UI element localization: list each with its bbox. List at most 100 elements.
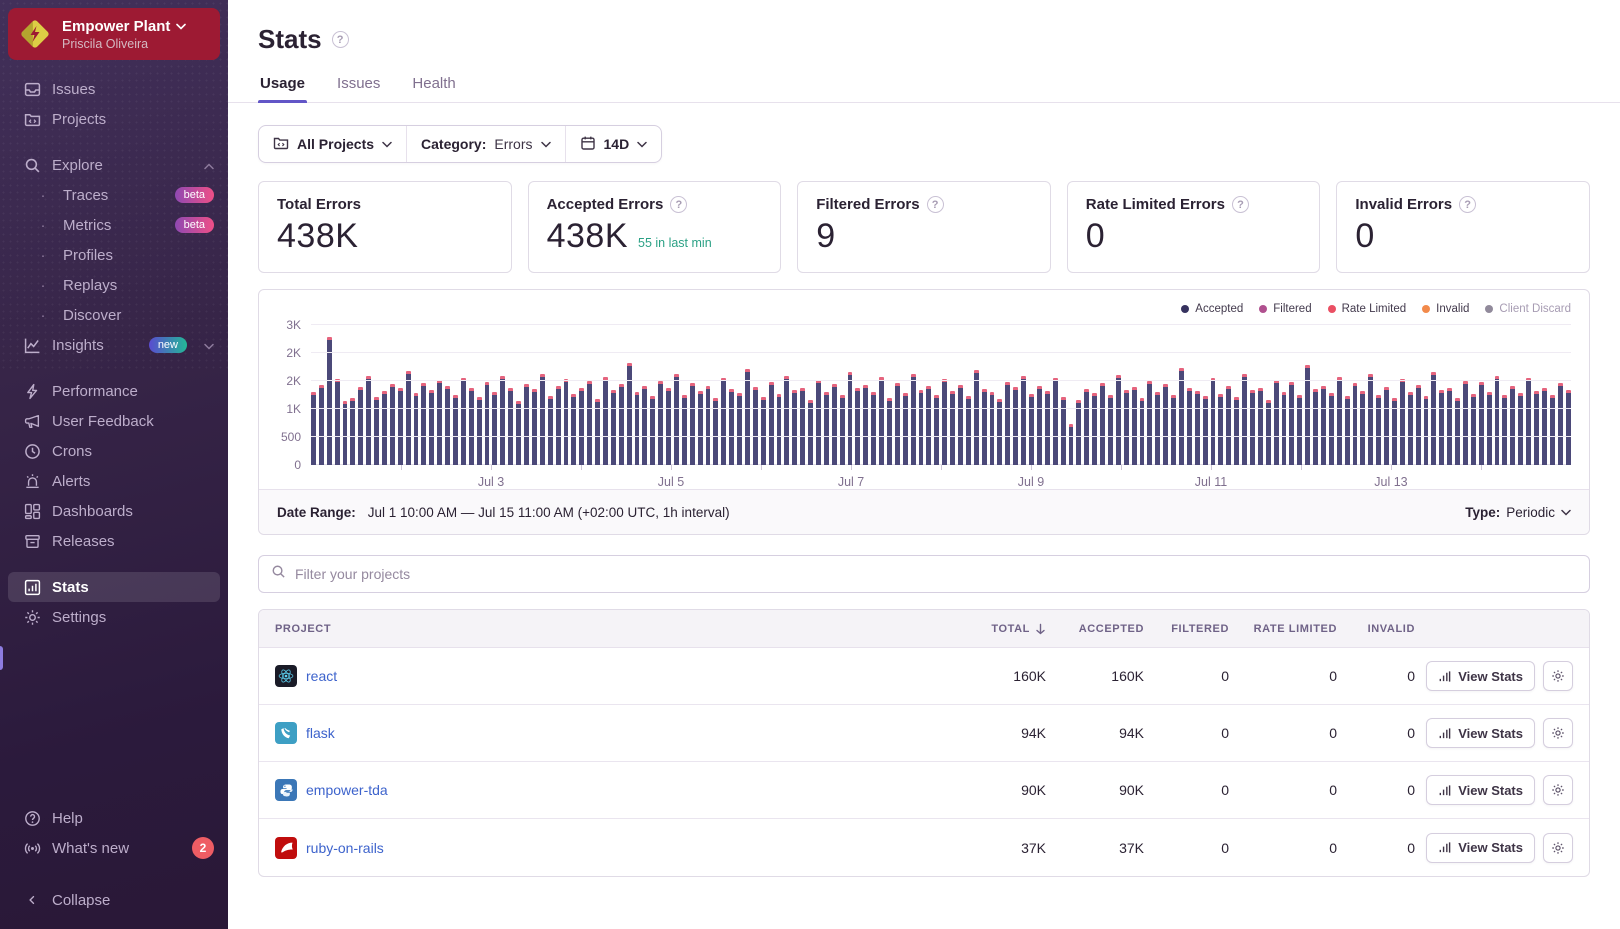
chart-bar[interactable] bbox=[1424, 396, 1429, 465]
chart-bar[interactable] bbox=[1526, 378, 1531, 465]
chart-bar[interactable] bbox=[429, 390, 434, 465]
tab-issues[interactable]: Issues bbox=[335, 69, 382, 102]
chart-bar[interactable] bbox=[358, 387, 363, 465]
chart-bar[interactable] bbox=[1487, 392, 1492, 465]
sidebar-item-whats-new[interactable]: What's new 2 bbox=[0, 833, 228, 863]
chart-bar[interactable] bbox=[1171, 395, 1176, 465]
chart-bar[interactable] bbox=[1400, 379, 1405, 465]
chart-bar[interactable] bbox=[958, 385, 963, 465]
chart-bar[interactable] bbox=[990, 392, 995, 465]
chart-bar[interactable] bbox=[863, 385, 868, 465]
chart-bar[interactable] bbox=[556, 386, 561, 465]
chart-bar[interactable] bbox=[832, 384, 837, 465]
chart-bar[interactable] bbox=[532, 389, 537, 465]
help-icon[interactable]: ? bbox=[927, 196, 944, 213]
view-stats-button[interactable]: View Stats bbox=[1426, 775, 1535, 805]
chart-bar[interactable] bbox=[1069, 424, 1074, 465]
chart-bar[interactable] bbox=[942, 379, 947, 465]
view-stats-button[interactable]: View Stats bbox=[1426, 833, 1535, 863]
col-filtered[interactable]: Filtered bbox=[1144, 610, 1229, 648]
tab-usage[interactable]: Usage bbox=[258, 69, 307, 102]
col-rate-limited[interactable]: Rate Limited bbox=[1229, 610, 1337, 648]
chart-bar[interactable] bbox=[721, 378, 726, 465]
chart-bar[interactable] bbox=[1092, 393, 1097, 465]
sidebar-item-alerts[interactable]: Alerts bbox=[0, 466, 228, 496]
chart-bar[interactable] bbox=[1005, 382, 1010, 465]
chart-bar[interactable] bbox=[824, 392, 829, 465]
chart-bar[interactable] bbox=[469, 388, 474, 465]
chart-bar[interactable] bbox=[997, 399, 1002, 465]
chart-bar[interactable] bbox=[548, 396, 553, 465]
sidebar-item-profiles[interactable]: · Profiles bbox=[0, 240, 228, 270]
sidebar-item-stats[interactable]: Stats bbox=[8, 572, 220, 602]
sidebar-item-settings[interactable]: Settings bbox=[0, 602, 228, 632]
chart-bar[interactable] bbox=[571, 394, 576, 465]
chart-bar[interactable] bbox=[934, 395, 939, 465]
chart-bar[interactable] bbox=[1360, 391, 1365, 465]
chart-bar[interactable] bbox=[784, 376, 789, 465]
project-filter-input[interactable] bbox=[295, 566, 1577, 582]
org-switcher[interactable]: Empower Plant Priscila Oliveira bbox=[8, 8, 220, 60]
chart-bar[interactable] bbox=[311, 392, 316, 465]
chart-bar[interactable] bbox=[335, 379, 340, 465]
chart-bar[interactable] bbox=[966, 396, 971, 465]
chart-bar[interactable] bbox=[1029, 394, 1034, 465]
chart-bar[interactable] bbox=[729, 389, 734, 465]
chart-bar[interactable] bbox=[508, 388, 513, 465]
chart-bar[interactable] bbox=[1416, 385, 1421, 465]
sidebar-item-crons[interactable]: Crons bbox=[0, 436, 228, 466]
col-accepted[interactable]: Accepted bbox=[1046, 610, 1144, 648]
chart-bar[interactable] bbox=[769, 382, 774, 465]
chart-bar[interactable] bbox=[461, 378, 466, 465]
chart-bar[interactable] bbox=[1542, 388, 1547, 465]
sidebar-item-help[interactable]: Help bbox=[0, 803, 228, 833]
tab-health[interactable]: Health bbox=[410, 69, 457, 102]
col-total[interactable]: Total bbox=[936, 610, 1046, 648]
chart-bar[interactable] bbox=[1076, 400, 1081, 465]
help-icon[interactable]: ? bbox=[1459, 196, 1476, 213]
chart-bar[interactable] bbox=[1431, 372, 1436, 465]
sidebar-item-user-feedback[interactable]: User Feedback bbox=[0, 406, 228, 436]
chart-bar[interactable] bbox=[1384, 387, 1389, 465]
chart-bar[interactable] bbox=[1116, 375, 1121, 465]
chart-bar[interactable] bbox=[398, 388, 403, 465]
chart-bar[interactable] bbox=[777, 394, 782, 465]
chart-bar[interactable] bbox=[406, 371, 411, 465]
chart-bar[interactable] bbox=[1195, 391, 1200, 465]
chart-bar[interactable] bbox=[1179, 368, 1184, 465]
chart-bar[interactable] bbox=[1479, 382, 1484, 465]
chart-bar[interactable] bbox=[1471, 394, 1476, 465]
help-icon[interactable]: ? bbox=[670, 196, 687, 213]
chart-bar[interactable] bbox=[382, 391, 387, 465]
chart-bar[interactable] bbox=[895, 383, 900, 465]
chart-bar[interactable] bbox=[1329, 393, 1334, 465]
view-stats-button[interactable]: View Stats bbox=[1426, 661, 1535, 691]
chart-bar[interactable] bbox=[587, 381, 592, 465]
legend-item[interactable]: Client Discard bbox=[1485, 303, 1571, 315]
sidebar-collapse-button[interactable]: Collapse bbox=[0, 885, 228, 915]
chart-bar[interactable] bbox=[1534, 391, 1539, 465]
chart-bar[interactable] bbox=[611, 390, 616, 465]
sidebar-item-issues[interactable]: Issues bbox=[0, 74, 228, 104]
chart-bar[interactable] bbox=[485, 382, 490, 465]
chart-bar[interactable] bbox=[911, 374, 916, 465]
chart-bar[interactable] bbox=[650, 396, 655, 465]
chart-bar[interactable] bbox=[327, 337, 332, 465]
chart-bar[interactable] bbox=[753, 387, 758, 465]
chart-bar[interactable] bbox=[926, 386, 931, 465]
project-settings-button[interactable] bbox=[1543, 833, 1573, 863]
chart-bar[interactable] bbox=[1313, 389, 1318, 465]
chart-bar[interactable] bbox=[1132, 387, 1137, 465]
chart-bar[interactable] bbox=[1550, 395, 1555, 465]
chart-bar[interactable] bbox=[658, 381, 663, 465]
legend-item[interactable]: Rate Limited bbox=[1328, 303, 1407, 315]
legend-item[interactable]: Filtered bbox=[1259, 303, 1311, 315]
chart-bar[interactable] bbox=[808, 400, 813, 465]
chart-bar[interactable] bbox=[974, 370, 979, 465]
chart-bar[interactable] bbox=[1100, 383, 1105, 465]
chart-bar[interactable] bbox=[1282, 392, 1287, 465]
chart-bar[interactable] bbox=[706, 386, 711, 465]
chart-bar[interactable] bbox=[500, 376, 505, 465]
chart-bar[interactable] bbox=[1274, 380, 1279, 465]
chart-type-selector[interactable]: Type: Periodic bbox=[1465, 505, 1571, 520]
